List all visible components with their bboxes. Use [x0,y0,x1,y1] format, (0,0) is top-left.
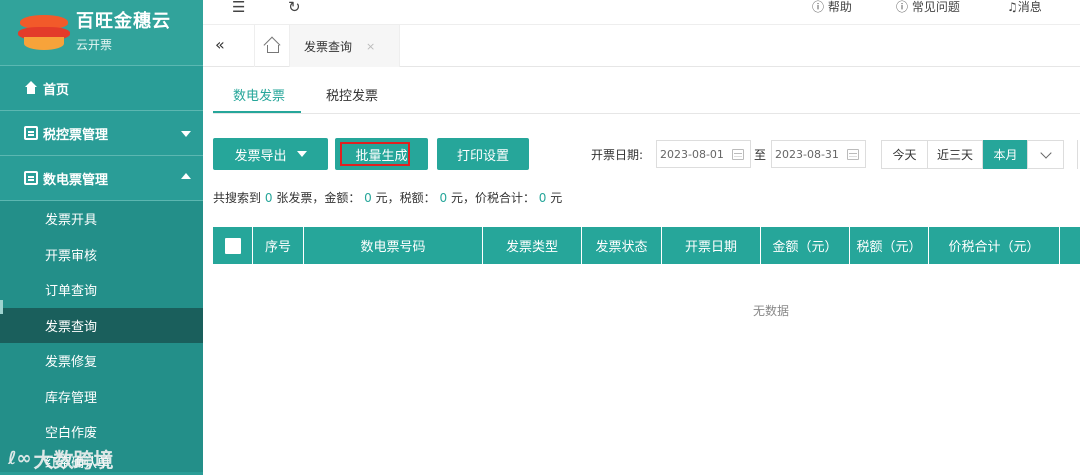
list-box-icon [24,126,38,140]
print-settings-button[interactable]: 打印设置 [437,138,529,170]
date-from-input[interactable]: 2023-08-01 [656,140,751,168]
col-amount[interactable]: 金额（元） [761,227,850,264]
empty-state-text: 无数据 [753,304,790,318]
sidebar-item-digital-invoice[interactable]: 数电票管理 [0,156,203,201]
help-link[interactable]: ⓘ 帮助 [812,0,852,14]
date-range-separator: 至 [754,148,767,162]
invoice-table-body: 无数据 [213,264,1080,475]
tab-tax-control-invoice[interactable]: 税控发票 [326,85,378,104]
sidebar-item-tax-control[interactable]: 税控票管理 [0,111,203,156]
col-invoice-status[interactable]: 发票状态 [582,227,662,264]
brand-logo[interactable]: 百旺金穗云 云开票 [0,0,203,66]
sidebar-item-label: 税控票管理 [43,127,109,143]
submenu-item-repair[interactable]: 发票修复 [0,343,203,379]
date-filter-label: 开票日期: [591,148,644,162]
top-bar: ☰ ↻ ⓘ 帮助 ⓘ 常见问题 ♫消息 [203,0,1080,24]
sidebar-item-label: 数电票管理 [43,172,109,188]
submenu-item-issue[interactable]: 发票开具 [0,201,203,237]
double-chevron-left-icon[interactable]: « [215,35,225,54]
brand-logo-icon [18,13,70,53]
date-to-input[interactable]: 2023-08-31 [771,140,866,168]
help-icon: ⓘ [896,0,912,14]
tab-label: 发票查询 [304,39,353,54]
refresh-icon[interactable]: ↻ [288,0,301,15]
bell-icon: ♫ [1007,0,1018,14]
chevron-down-icon [1039,146,1052,159]
active-tab-indicator [213,111,301,113]
sidebar-submenu: 发票开具 开票审核 订单查询 发票查询 发票修复 库存管理 空白作废 红字确认单 [0,201,203,472]
col-total[interactable]: 价税合计（元） [929,227,1060,264]
summary-total: 0 [538,191,547,205]
faq-link[interactable]: ⓘ 常见问题 [896,0,960,14]
close-icon[interactable]: × [366,40,375,53]
calendar-icon [847,149,859,160]
submenu-item-order-query[interactable]: 订单查询 [0,272,203,308]
sidebar: 百旺金穗云 云开票 首页 税控票管理 数电票管理 发票开具 开票审核 订单查询 … [0,0,203,475]
help-icon: ⓘ [812,0,828,14]
quick-3days-button[interactable]: 近三天 [927,140,983,169]
brand-title: 百旺金穗云 [76,11,171,32]
col-tax[interactable]: 税额（元） [850,227,929,264]
col-index[interactable]: 序号 [253,227,304,264]
col-invoice-type[interactable]: 发票类型 [483,227,582,264]
quick-today-button[interactable]: 今天 [881,140,928,169]
tab-strip: « 发票查询 × [203,24,1080,67]
search-summary: 共搜索到 0 张发票，金额： 0 元，税额： 0 元，价税合计： 0 元 [213,191,563,205]
summary-count: 0 [264,191,273,205]
brand-subtitle: 云开票 [76,38,113,52]
highlight-box [340,142,410,166]
tab-invoice-query[interactable]: 发票查询 × [290,25,400,67]
invoice-type-tabs: 数电发票 税控发票 [213,67,1080,114]
chevron-up-icon [181,173,191,179]
quick-range-dropdown[interactable] [1027,140,1064,169]
batch-generate-button[interactable]: 批量生成 [335,138,428,170]
export-button[interactable]: 发票导出 [213,138,328,170]
quick-month-button[interactable]: 本月 [983,140,1028,169]
col-issue-date[interactable]: 开票日期 [662,227,761,264]
watermark: ℓ∞ 大数跨境 [8,444,113,473]
select-all-checkbox[interactable] [224,237,241,254]
col-invoice-number[interactable]: 数电票号码 [304,227,483,264]
watermark-logo-icon: ℓ∞ [8,448,32,469]
submenu-item-invoice-query[interactable]: 发票查询 [0,307,203,343]
list-box-icon [24,171,38,185]
summary-amount: 0 [364,191,372,205]
dropdown-caret-icon [296,151,307,157]
menu-toggle-icon[interactable]: ☰ [232,0,245,15]
invoice-table-header: 序号 数电票号码 发票类型 发票状态 开票日期 金额（元） 税额（元） 价税合计… [213,227,1080,264]
summary-tax: 0 [439,191,448,205]
sidebar-item-home[interactable]: 首页 [0,66,203,111]
submenu-item-review[interactable]: 开票审核 [0,237,203,273]
sidebar-resize-handle[interactable] [0,300,3,314]
select-all-checkbox-cell[interactable] [213,227,253,264]
tab-digital-invoice[interactable]: 数电发票 [233,85,285,104]
calendar-icon [732,149,744,160]
watermark-text: 大数跨境 [33,448,114,472]
app-root: 百旺金穗云 云开票 首页 税控票管理 数电票管理 发票开具 开票审核 订单查询 … [0,0,1080,475]
sidebar-item-label: 首页 [43,82,70,98]
submenu-item-inventory[interactable]: 库存管理 [0,379,203,415]
home-icon [24,81,38,95]
home-tab[interactable] [254,25,290,67]
messages-link[interactable]: ♫消息 [1007,0,1042,14]
chevron-down-icon [181,131,191,137]
